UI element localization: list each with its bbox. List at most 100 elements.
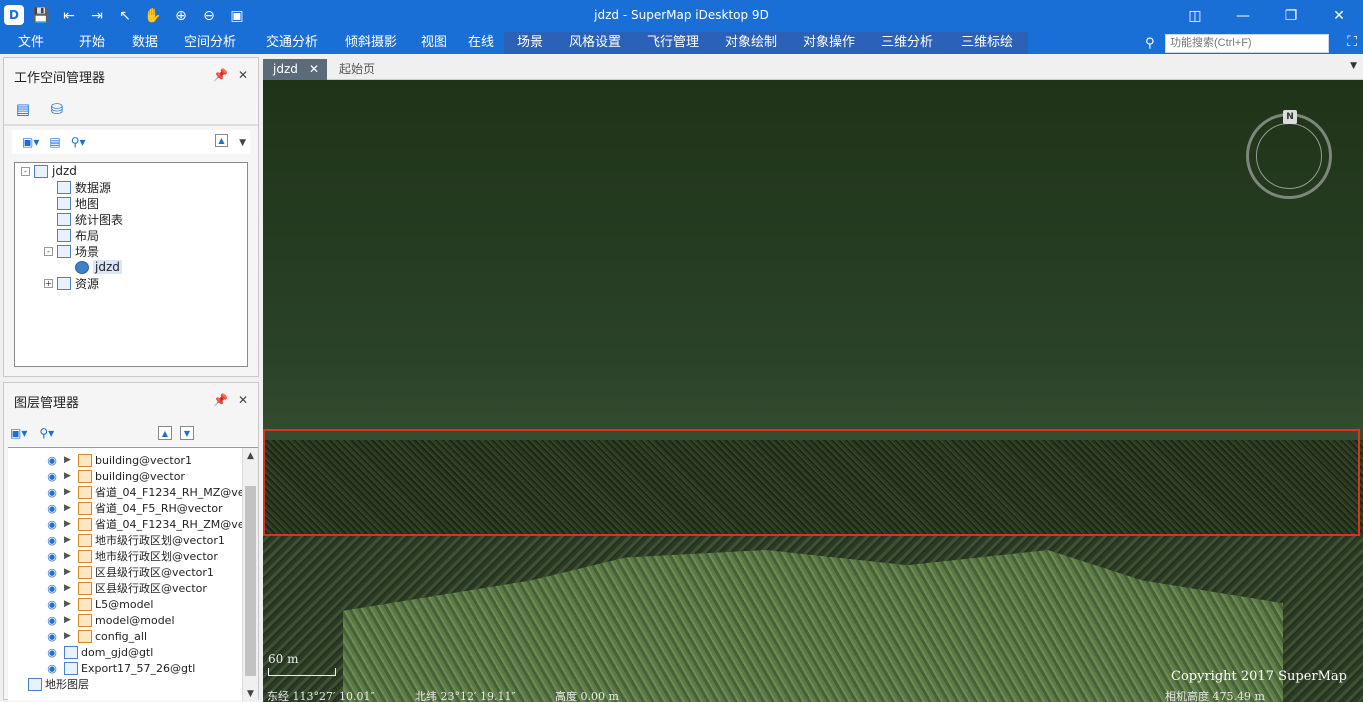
menu-online[interactable]: 在线 (458, 32, 504, 54)
expand-icon[interactable]: + (44, 278, 53, 288)
eye-icon[interactable]: ◉ (44, 646, 60, 659)
menu-style-settings[interactable]: 风格设置 (556, 32, 634, 54)
menu-start[interactable]: 开始 (62, 32, 122, 54)
find-icon[interactable]: ⚲▾ (39, 426, 54, 440)
layer-row[interactable]: ◉ ▶ 区县级行政区@vector (44, 580, 207, 596)
scene-viewport[interactable]: N 60 m Copyright 2017 SuperMap 东经 113°27… (263, 80, 1363, 702)
expand-icon[interactable]: ⛶ (1347, 34, 1357, 50)
collapse-icon[interactable]: - (44, 246, 53, 256)
layer-row[interactable]: ◉ ▶ 地市级行政区划@vector1 (44, 532, 225, 548)
expand-arrow-icon[interactable]: ▶ (64, 599, 74, 609)
tree-node-maps[interactable]: 地图 (57, 195, 99, 211)
eye-icon[interactable]: ◉ (44, 470, 60, 483)
layer-row[interactable]: ◉ dom_gjd@gtl (44, 644, 153, 660)
menu-3d-analysis[interactable]: 三维分析 (868, 32, 946, 54)
tab-list-dropdown-icon[interactable]: ▼ (1350, 61, 1357, 71)
terrain-layer-group[interactable]: 地形图层 (28, 676, 89, 692)
menu-object-operation[interactable]: 对象操作 (790, 32, 868, 54)
eye-icon[interactable]: ◉ (44, 614, 60, 627)
tree-node-workspace[interactable]: - jdzd (21, 163, 77, 179)
close-tab-icon[interactable]: ✕ (309, 59, 319, 80)
database-tab-icon[interactable]: ⛁ (46, 98, 68, 120)
layer-row[interactable]: ◉ ▶ config_all (44, 628, 147, 644)
restore-layout-icon[interactable]: ◫ (1171, 0, 1219, 32)
open-workspace-icon[interactable]: ▣▾ (22, 135, 39, 149)
eye-icon[interactable]: ◉ (44, 598, 60, 611)
tree-node-scenes[interactable]: - 场景 (44, 243, 99, 259)
layer-row[interactable]: ◉ ▶ 省道_04_F1234_RH_ZM@vector (44, 516, 258, 532)
layer-icon (78, 533, 92, 547)
expand-arrow-icon[interactable]: ▶ (64, 631, 74, 641)
tree-node-scene-jdzd[interactable]: jdzd (75, 259, 122, 275)
eye-icon[interactable]: ◉ (44, 502, 60, 515)
eye-icon[interactable]: ◉ (44, 630, 60, 643)
compass-navigator[interactable]: N (1246, 110, 1332, 199)
layer-row[interactable]: ◉ ▶ model@model (44, 612, 175, 628)
tab-start-page[interactable]: 起始页 (329, 59, 385, 80)
menu-3d-plotting[interactable]: 三维标绘 (946, 32, 1028, 54)
expand-arrow-icon[interactable]: ▶ (64, 551, 74, 561)
expand-arrow-icon[interactable]: ▶ (64, 567, 74, 577)
move-down-icon[interactable]: ▼ (180, 426, 194, 440)
close-icon[interactable]: ✕ (238, 393, 248, 407)
menu-spatial-analysis[interactable]: 空间分析 (168, 32, 252, 54)
layer-row[interactable]: ◉ ▶ 地市级行政区划@vector (44, 548, 218, 564)
eye-icon[interactable]: ◉ (44, 486, 60, 499)
menu-flight-management[interactable]: 飞行管理 (634, 32, 712, 54)
expand-arrow-icon[interactable]: ▶ (64, 519, 74, 529)
eye-icon[interactable]: ◉ (44, 534, 60, 547)
workspace-tab-icon[interactable]: ▤ (12, 98, 34, 120)
scroll-up-icon[interactable]: ▲ (243, 448, 258, 464)
pin-icon[interactable]: 📌 (213, 393, 228, 407)
add-layer-icon[interactable]: ▣▾ (10, 426, 27, 440)
close-icon[interactable]: ✕ (238, 68, 248, 82)
minimize-icon[interactable]: — (1219, 0, 1267, 32)
scroll-up-icon[interactable]: ▲ (215, 134, 228, 147)
eye-icon[interactable]: ◉ (44, 454, 60, 467)
expand-arrow-icon[interactable]: ▶ (64, 487, 74, 497)
menu-oblique-photography[interactable]: 倾斜摄影 (332, 32, 410, 54)
find-icon[interactable]: ⚲▾ (71, 135, 86, 149)
menu-file[interactable]: 文件 (0, 32, 62, 54)
layer-row[interactable]: ◉ ▶ building@vector (44, 468, 185, 484)
eye-icon[interactable]: ◉ (44, 566, 60, 579)
maximize-icon[interactable]: ❐ (1267, 0, 1315, 32)
properties-icon[interactable]: ▤ (49, 135, 60, 149)
eye-icon[interactable]: ◉ (44, 518, 60, 531)
layer-icon (78, 565, 92, 579)
menu-scene[interactable]: 场景 (504, 32, 556, 54)
layer-row[interactable]: ◉ ▶ 区县级行政区@vector1 (44, 564, 214, 580)
menu-traffic-analysis[interactable]: 交通分析 (252, 32, 332, 54)
tree-node-charts[interactable]: 统计图表 (57, 211, 123, 227)
move-up-icon[interactable]: ▲ (158, 426, 172, 440)
expand-arrow-icon[interactable]: ▶ (64, 455, 74, 465)
close-icon[interactable]: ✕ (1315, 0, 1363, 32)
layer-list-scrollbar[interactable]: ▲ ▼ (242, 448, 258, 701)
tab-scene-jdzd[interactable]: jdzd ✕ (263, 59, 327, 80)
layer-row[interactable]: ◉ Export17_57_26@gtl (44, 660, 195, 676)
expand-arrow-icon[interactable]: ▶ (64, 471, 74, 481)
expand-arrow-icon[interactable]: ▶ (64, 535, 74, 545)
tree-node-datasources[interactable]: 数据源 (57, 179, 111, 195)
scrollbar-thumb[interactable] (245, 486, 256, 676)
expand-arrow-icon[interactable]: ▶ (64, 615, 74, 625)
menu-data[interactable]: 数据 (122, 32, 168, 54)
layer-row[interactable]: ◉ ▶ 省道_04_F1234_RH_MZ@vector (44, 484, 258, 500)
layer-row[interactable]: ◉ ▶ L5@model (44, 596, 153, 612)
tree-node-resources[interactable]: + 资源 (44, 275, 99, 291)
eye-icon[interactable]: ◉ (44, 662, 60, 675)
expand-arrow-icon[interactable]: ▶ (64, 503, 74, 513)
layer-row[interactable]: ◉ ▶ 省道_04_F5_RH@vector (44, 500, 223, 516)
pin-icon[interactable]: 📌 (213, 68, 228, 82)
tree-node-layouts[interactable]: 布局 (57, 227, 99, 243)
expand-arrow-icon[interactable]: ▶ (64, 583, 74, 593)
layer-row[interactable]: ◉ ▶ building@vector1 (44, 452, 192, 468)
eye-icon[interactable]: ◉ (44, 550, 60, 563)
menu-view[interactable]: 视图 (410, 32, 458, 54)
function-search-input[interactable] (1165, 33, 1329, 53)
menu-object-drawing[interactable]: 对象绘制 (712, 32, 790, 54)
eye-icon[interactable]: ◉ (44, 582, 60, 595)
toolbar-overflow-icon[interactable]: ▼ (239, 138, 246, 148)
scroll-down-icon[interactable]: ▼ (243, 686, 258, 701)
collapse-icon[interactable]: - (21, 166, 30, 176)
